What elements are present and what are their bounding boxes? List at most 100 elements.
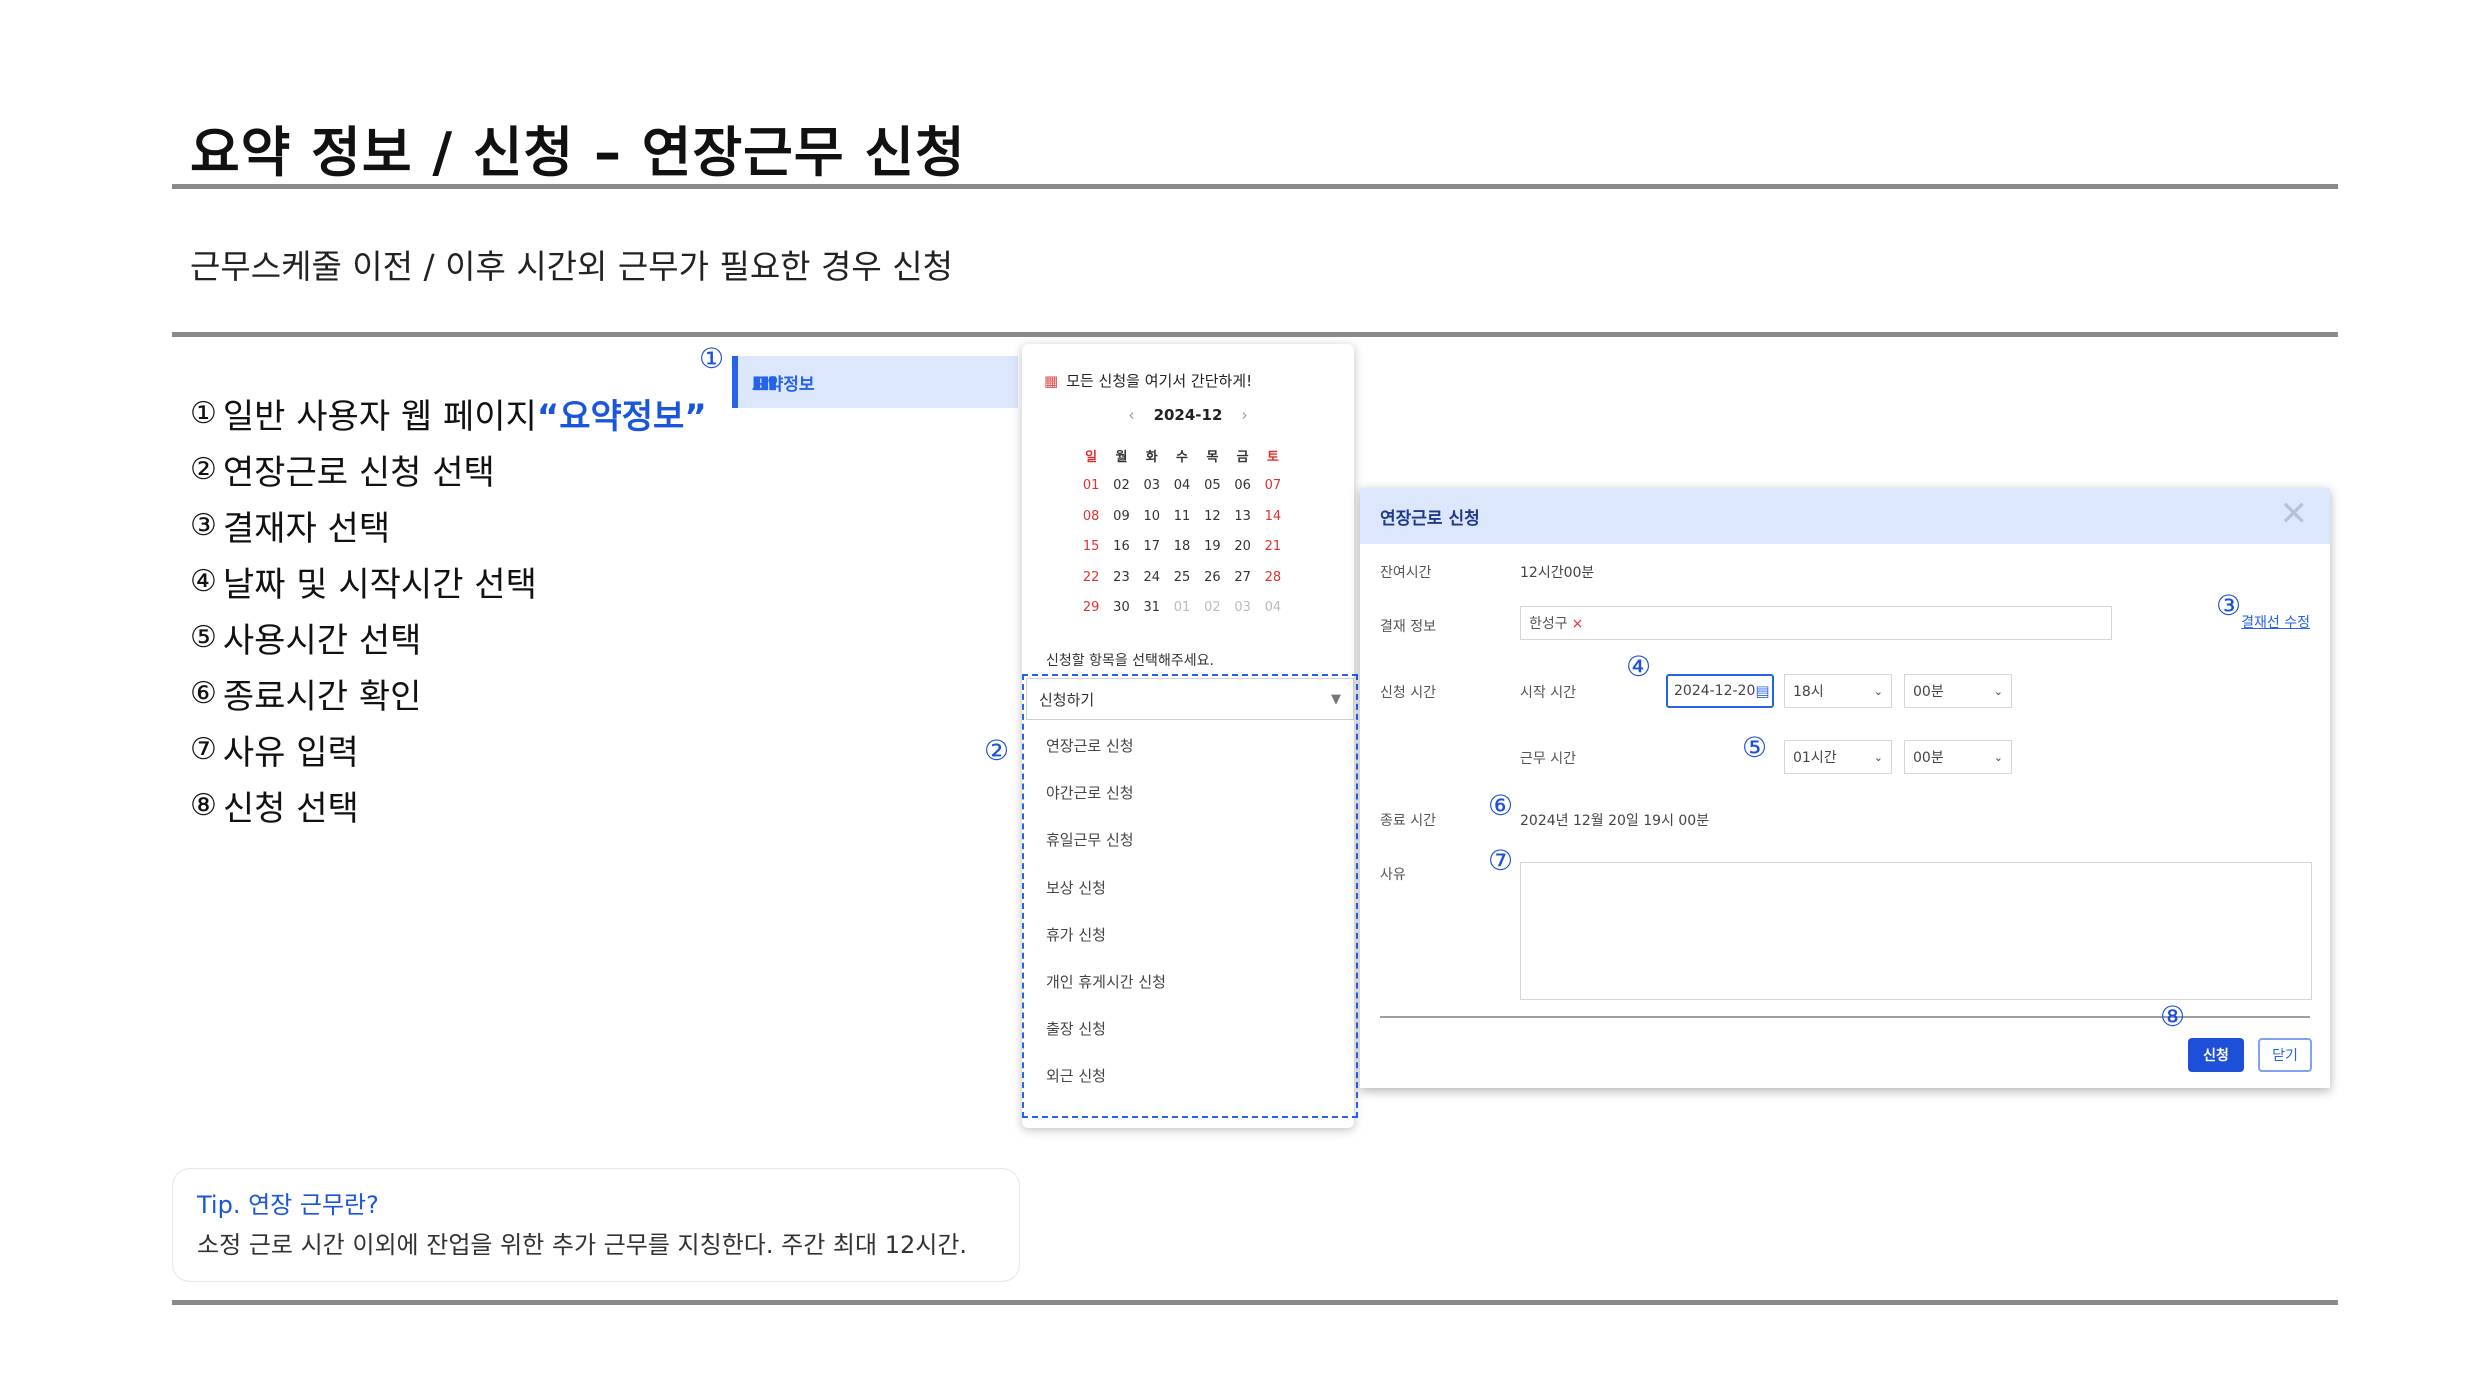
- calendar-day[interactable]: 27: [1227, 570, 1257, 585]
- calendar-day[interactable]: 21: [1258, 539, 1288, 554]
- calendar-day[interactable]: 22: [1076, 570, 1106, 585]
- calendar-day[interactable]: 26: [1197, 570, 1227, 585]
- step-number: ①: [190, 395, 217, 431]
- calendar-day[interactable]: 05: [1197, 478, 1227, 493]
- calendar-day[interactable]: 23: [1106, 570, 1136, 585]
- chevron-down-icon: ⌄: [1873, 750, 1883, 764]
- step-item: ③ 결재자 선택: [190, 497, 707, 553]
- bottom-divider: [172, 1300, 2338, 1305]
- tip-box: Tip. 연장 근무란? 소정 근로 시간 이외에 잔업을 위한 추가 근무를 …: [172, 1168, 1020, 1282]
- callout-3: ③: [2216, 589, 2242, 622]
- select-prompt: 신청할 항목을 선택해주세요.: [1046, 653, 1214, 669]
- step-text: 사유 입력: [222, 732, 359, 773]
- calendar-day[interactable]: 16: [1106, 539, 1136, 554]
- step-item: ⑤ 사용시간 선택: [190, 609, 707, 665]
- step-number: ⑥: [190, 675, 217, 711]
- approver-field[interactable]: 한성구 ×: [1520, 606, 2112, 640]
- chevron-down-icon: ⌄: [1873, 684, 1883, 698]
- calendar-weekday: 목: [1206, 449, 1219, 465]
- request-time-label: 신청 시간: [1380, 685, 1436, 701]
- calendar-day[interactable]: 06: [1227, 478, 1257, 493]
- calendar-day[interactable]: 29: [1076, 600, 1106, 615]
- next-month-button[interactable]: ›: [1242, 406, 1248, 424]
- calendar-week: 08 09 10 11 12 13 14: [1076, 501, 1288, 532]
- prev-month-button[interactable]: ‹: [1128, 406, 1134, 424]
- calendar-weekday-row: 일월화수목금토: [1076, 440, 1288, 471]
- approval-label: 결재 정보: [1380, 619, 1436, 635]
- calendar-day[interactable]: 02: [1197, 600, 1227, 615]
- calendar-weekday: 화: [1145, 449, 1158, 465]
- dialog-title: 연장근로 신청: [1380, 509, 1480, 529]
- calendar-day[interactable]: 24: [1137, 570, 1167, 585]
- page-subtitle: 근무스케줄 이전 / 이후 시간외 근무가 필요한 경우 신청: [190, 247, 953, 286]
- step-list: ① 일반 사용자 웹 페이지 “요약정보” ② 연장근로 신청 선택 ③ 결재자…: [190, 385, 707, 833]
- start-minute-select[interactable]: 00분 ⌄: [1904, 674, 2012, 708]
- step-text: 일반 사용자 웹 페이지: [222, 396, 537, 437]
- calendar-day[interactable]: 20: [1227, 539, 1257, 554]
- calendar-nav: ‹ 2024-12 ›: [1022, 406, 1354, 424]
- edit-approval-line-link[interactable]: 결재선 수정: [2241, 612, 2310, 632]
- calendar-day[interactable]: 28: [1258, 570, 1288, 585]
- calendar-day[interactable]: 11: [1167, 509, 1197, 524]
- start-date-value: 2024-12-20: [1674, 683, 1756, 699]
- calendar-day[interactable]: 13: [1227, 509, 1257, 524]
- calendar-day[interactable]: 12: [1197, 509, 1227, 524]
- work-hours-value: 01시간: [1793, 750, 1837, 766]
- calendar-weekday: 수: [1176, 449, 1189, 465]
- calendar-day[interactable]: 04: [1258, 600, 1288, 615]
- calendar-icon: ▤: [1755, 682, 1770, 700]
- step-text: 신청 선택: [222, 788, 359, 829]
- work-minutes-select[interactable]: 00분 ⌄: [1904, 740, 2012, 774]
- approver-tag: 한성구 ×: [1529, 613, 1583, 633]
- calendar-day[interactable]: 25: [1167, 570, 1197, 585]
- step-item: ④ 날짜 및 시작시간 선택: [190, 553, 707, 609]
- step-item: ⑦ 사유 입력: [190, 721, 707, 777]
- start-hour-select[interactable]: 18시 ⌄: [1784, 674, 1892, 708]
- calendar-day[interactable]: 09: [1106, 509, 1136, 524]
- calendar-day[interactable]: 03: [1137, 478, 1167, 493]
- chevron-down-icon: ⌄: [1993, 684, 2003, 698]
- close-icon[interactable]: ✕: [2280, 494, 2309, 534]
- step-text: 연장근로 신청 선택: [222, 452, 495, 493]
- callout-6: ⑥: [1488, 789, 1514, 822]
- panel-header: ▦ 모든 신청을 여기서 간단하게!: [1044, 370, 1252, 391]
- remove-approver-icon[interactable]: ×: [1572, 616, 1584, 632]
- work-hours-select[interactable]: 01시간 ⌄: [1784, 740, 1892, 774]
- calendar-day[interactable]: 15: [1076, 539, 1106, 554]
- calendar-day[interactable]: 14: [1258, 509, 1288, 524]
- calendar-day[interactable]: 18: [1167, 539, 1197, 554]
- title-divider: [172, 184, 2338, 189]
- calendar-week: 29 30 31 01 02 03 04: [1076, 593, 1288, 624]
- calendar-day[interactable]: 17: [1137, 539, 1167, 554]
- reason-textarea[interactable]: [1520, 862, 2312, 1000]
- panel-header-text: 모든 신청을 여기서 간단하게!: [1066, 372, 1253, 390]
- calendar-day[interactable]: 07: [1258, 478, 1288, 493]
- callout-8: ⑧: [2160, 1000, 2186, 1033]
- dialog-header: 연장근로 신청 ✕: [1360, 488, 2330, 544]
- calendar-day[interactable]: 03: [1227, 600, 1257, 615]
- submit-button[interactable]: 신청: [2188, 1038, 2244, 1072]
- end-time-label: 종료 시간: [1380, 813, 1436, 829]
- step-text: 날짜 및 시작시간 선택: [222, 564, 537, 605]
- chevron-down-icon: ⌄: [1993, 750, 2003, 764]
- calendar-week: 01 02 03 04 05 06 07: [1076, 471, 1288, 502]
- subtitle-divider: [172, 332, 2338, 337]
- step-highlight: “요약정보”: [536, 396, 707, 437]
- calendar-day[interactable]: 01: [1076, 478, 1106, 493]
- step-item: ① 일반 사용자 웹 페이지 “요약정보”: [190, 385, 707, 441]
- calendar-day[interactable]: 08: [1076, 509, 1106, 524]
- calendar-month: 2024-12: [1153, 406, 1223, 424]
- calendar-day[interactable]: 31: [1137, 600, 1167, 615]
- calendar-day[interactable]: 01: [1167, 600, 1197, 615]
- calendar-day[interactable]: 02: [1106, 478, 1136, 493]
- calendar-day[interactable]: 10: [1137, 509, 1167, 524]
- close-button[interactable]: 닫기: [2258, 1038, 2312, 1072]
- calendar-day[interactable]: 30: [1106, 600, 1136, 615]
- calendar-day[interactable]: 19: [1197, 539, 1227, 554]
- calendar-day[interactable]: 04: [1167, 478, 1197, 493]
- start-date-field[interactable]: 2024-12-20 ▤: [1666, 674, 1774, 708]
- sidebar-item-summary[interactable]: ▮▮▮ 요약정보: [732, 356, 1018, 408]
- step-number: ④: [190, 563, 217, 599]
- step-text: 종료시간 확인: [222, 676, 422, 717]
- calendar-weekday: 토: [1266, 449, 1279, 465]
